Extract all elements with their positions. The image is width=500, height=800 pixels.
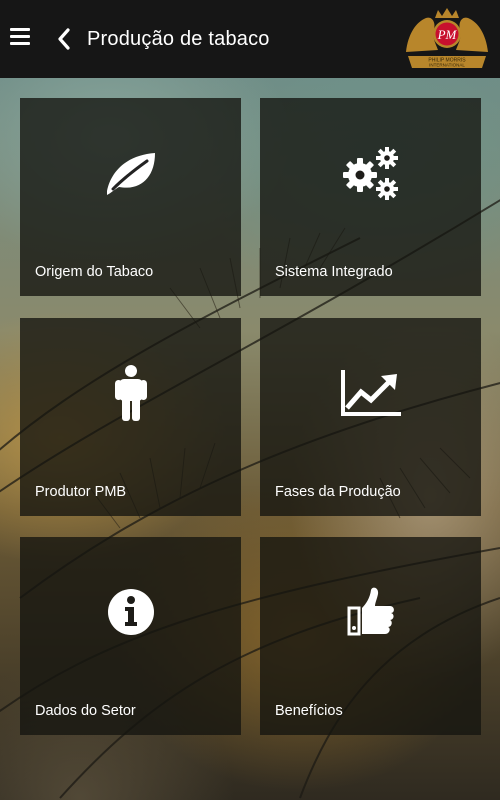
- tile-fases-da-producao[interactable]: Fases da Produção: [260, 318, 481, 516]
- page-title: Produção de tabaco: [87, 28, 270, 50]
- info-icon: [20, 537, 241, 687]
- thumbs-up-icon: [260, 537, 481, 687]
- tile-produtor-pmb[interactable]: Produtor PMB: [20, 318, 241, 516]
- back-button[interactable]: [56, 27, 72, 51]
- logo-text-2: INTERNATIONAL: [429, 63, 465, 68]
- person-icon: [20, 318, 241, 468]
- chevron-left-icon: [58, 28, 70, 50]
- tile-label: Origem do Tabaco: [35, 264, 154, 280]
- hamburger-menu-icon[interactable]: [10, 28, 32, 48]
- tile-label: Sistema Integrado: [275, 264, 393, 280]
- tile-label: Benefícios: [275, 703, 343, 719]
- tile-label: Produtor PMB: [35, 484, 127, 500]
- tile-dados-do-setor[interactable]: Dados do Setor: [20, 537, 241, 735]
- leaf-icon: [20, 98, 241, 248]
- tile-label: Dados do Setor: [35, 703, 136, 719]
- logo-monogram: PM: [437, 27, 458, 42]
- tile-origem-do-tabaco[interactable]: Origem do Tabaco: [20, 98, 241, 296]
- philip-morris-logo: PM PHILIP MORRIS INTERNATIONAL: [402, 4, 492, 72]
- tile-label: Fases da Produção: [275, 484, 401, 500]
- tile-sistema-integrado[interactable]: Sistema Integrado: [260, 98, 481, 296]
- app-bar: Produção de tabaco PM PHILIP MORRIS INTE…: [0, 0, 500, 78]
- tile-beneficios[interactable]: Benefícios: [260, 537, 481, 735]
- trending-chart-icon: [260, 318, 481, 468]
- gears-icon: [260, 98, 481, 248]
